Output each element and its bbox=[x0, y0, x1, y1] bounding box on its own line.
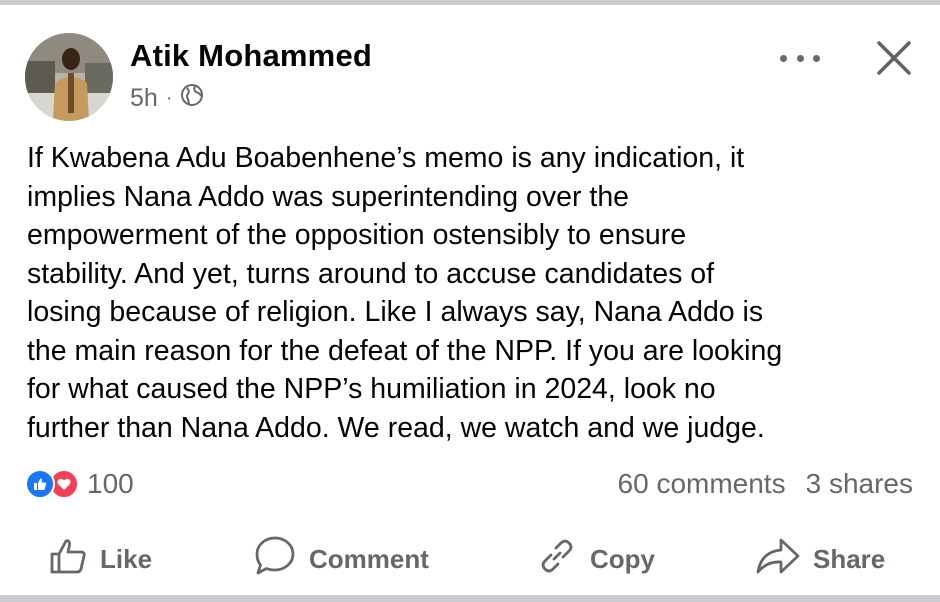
like-label: Like bbox=[100, 543, 153, 574]
share-arrow-icon bbox=[755, 536, 813, 583]
globe-icon bbox=[180, 83, 204, 114]
author-name[interactable]: Atik Mohammed bbox=[130, 38, 372, 74]
post-text-line: empowerment of the opposition ostensibly… bbox=[27, 219, 687, 251]
post-meta: 5h · bbox=[130, 83, 204, 113]
share-button[interactable]: Share bbox=[755, 533, 885, 585]
comment-label: Comment bbox=[309, 543, 429, 574]
post-text-line: for what caused the NPP’s humiliation in… bbox=[27, 373, 716, 405]
post-text-line: stability. And yet, turns around to accu… bbox=[27, 257, 715, 290]
share-label: Share bbox=[813, 543, 886, 574]
reaction-summary[interactable]: 100 bbox=[25, 467, 134, 501]
comment-button[interactable]: Comment bbox=[253, 533, 429, 585]
more-options-icon[interactable] bbox=[780, 43, 820, 73]
link-icon bbox=[536, 535, 590, 584]
engagement-stats: 60 comments 3 shares bbox=[618, 467, 913, 501]
post-text-line: implies Nana Addo was superintending ove… bbox=[27, 180, 630, 213]
avatar[interactable] bbox=[25, 33, 113, 121]
comment-bubble-icon bbox=[253, 534, 309, 585]
reaction-count: 100 bbox=[87, 468, 134, 499]
post-text-line: If Kwabena Adu Boabenhene’s memo is any … bbox=[27, 142, 745, 174]
copy-label: Copy bbox=[590, 543, 655, 574]
close-icon[interactable] bbox=[874, 38, 914, 78]
post-text: If Kwabena Adu Boabenhene’s memo is any … bbox=[27, 139, 917, 447]
comments-count[interactable]: 60 comments bbox=[618, 468, 786, 500]
post-text-line: further than Nana Addo. We read, we watc… bbox=[27, 411, 765, 444]
post-text-line: the main reason for the defeat of the NP… bbox=[27, 334, 783, 367]
like-reaction-icon bbox=[25, 469, 55, 499]
post-time[interactable]: 5h bbox=[130, 84, 158, 113]
thumbs-up-icon bbox=[48, 536, 100, 583]
like-button[interactable]: Like bbox=[48, 533, 152, 585]
copy-button[interactable]: Copy bbox=[536, 533, 655, 585]
meta-separator: · bbox=[165, 86, 173, 109]
action-bar: Like Comment Copy Share bbox=[0, 533, 940, 585]
shares-count[interactable]: 3 shares bbox=[806, 468, 913, 500]
post-text-line: losing because of religion. Like I alway… bbox=[27, 296, 764, 328]
post-card: Atik Mohammed 5h · If Kwabena Adu Boaben… bbox=[0, 5, 940, 595]
